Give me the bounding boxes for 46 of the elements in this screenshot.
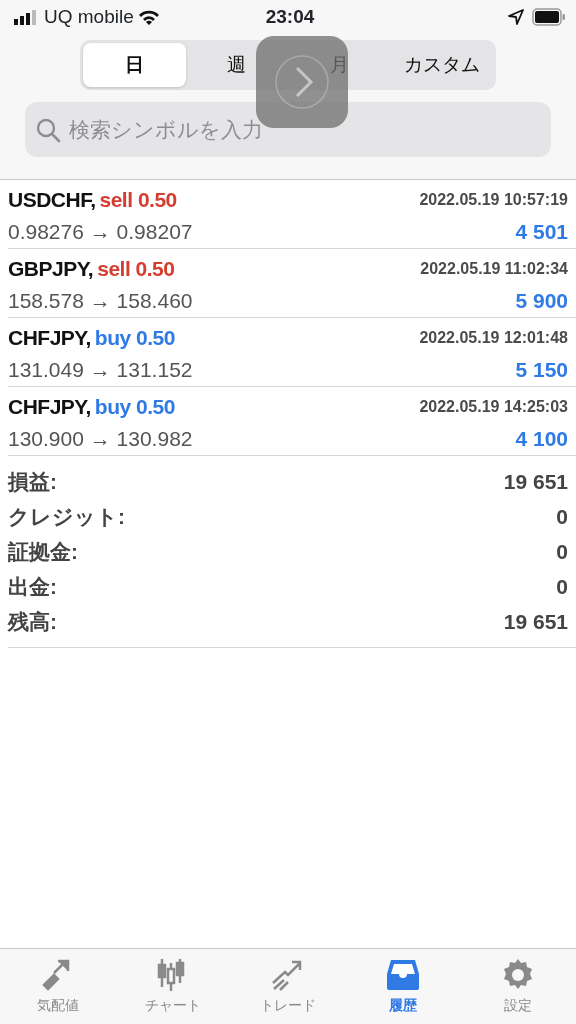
trade-symbol: USDCHF, <box>8 187 96 213</box>
trade-side: buy 0.50 <box>94 325 175 351</box>
summary-label: 証拠金: <box>8 538 78 565</box>
summary-label: 残高: <box>8 608 57 635</box>
location-icon <box>508 9 524 25</box>
trade-time: 2022.05.19 11:02:34 <box>420 258 568 279</box>
inbox-icon <box>385 957 422 993</box>
trade-side: sell 0.50 <box>97 256 175 282</box>
summary-value: 0 <box>556 573 568 600</box>
trade-prices: 131.049 → 131.152 <box>8 356 193 383</box>
trade-symbol: GBPJPY, <box>8 256 94 282</box>
tab-bar-item[interactable]: トレード <box>230 949 346 1024</box>
summary-value: 0 <box>556 538 568 565</box>
trade-side: sell 0.50 <box>99 187 177 213</box>
battery-icon <box>532 8 566 26</box>
segment-tab[interactable]: 週 <box>185 43 288 87</box>
trade-side: buy 0.50 <box>94 394 175 420</box>
trade-time: 2022.05.19 14:25:03 <box>419 396 568 417</box>
tab-bar-item[interactable]: 設定 <box>460 949 576 1024</box>
trade-prices: 130.900 → 130.982 <box>8 425 193 452</box>
trade-profit: 4 100 <box>515 425 568 452</box>
summary-label: クレジット: <box>8 503 125 530</box>
trade-symbol: CHFJPY, <box>8 325 91 351</box>
trade-symbol: CHFJPY, <box>8 394 91 420</box>
status-time: 23:04 <box>265 4 315 29</box>
trade-time: 2022.05.19 10:57:19 <box>419 189 568 210</box>
carrier-name: UQ mobile <box>44 4 134 29</box>
summary-value: 0 <box>556 503 568 530</box>
chevron-icon <box>272 52 332 112</box>
trade-profit: 5 900 <box>515 287 568 314</box>
summary-value: 19 651 <box>503 468 568 495</box>
segment-tab[interactable]: カスタム <box>390 43 493 87</box>
summary-label: 損益: <box>8 468 57 495</box>
tab-bar-item[interactable]: 履歴 <box>345 949 461 1024</box>
segment-tab[interactable]: 日 <box>83 43 186 87</box>
tab-bar-item[interactable]: 気配値 <box>0 949 116 1024</box>
trade-profit: 5 150 <box>515 356 568 383</box>
summary-label: 出金: <box>8 573 57 600</box>
trade-prices: 158.578 → 158.460 <box>8 287 193 314</box>
trade-time: 2022.05.19 12:01:48 <box>419 327 568 348</box>
tab-bar-item[interactable]: チャート <box>115 949 231 1024</box>
search-icon <box>35 116 61 143</box>
summary-value: 19 651 <box>503 608 568 635</box>
wifi-icon <box>137 9 160 25</box>
trade-prices: 0.98276 → 0.98207 <box>8 218 193 245</box>
trade-profit: 4 501 <box>515 218 568 245</box>
